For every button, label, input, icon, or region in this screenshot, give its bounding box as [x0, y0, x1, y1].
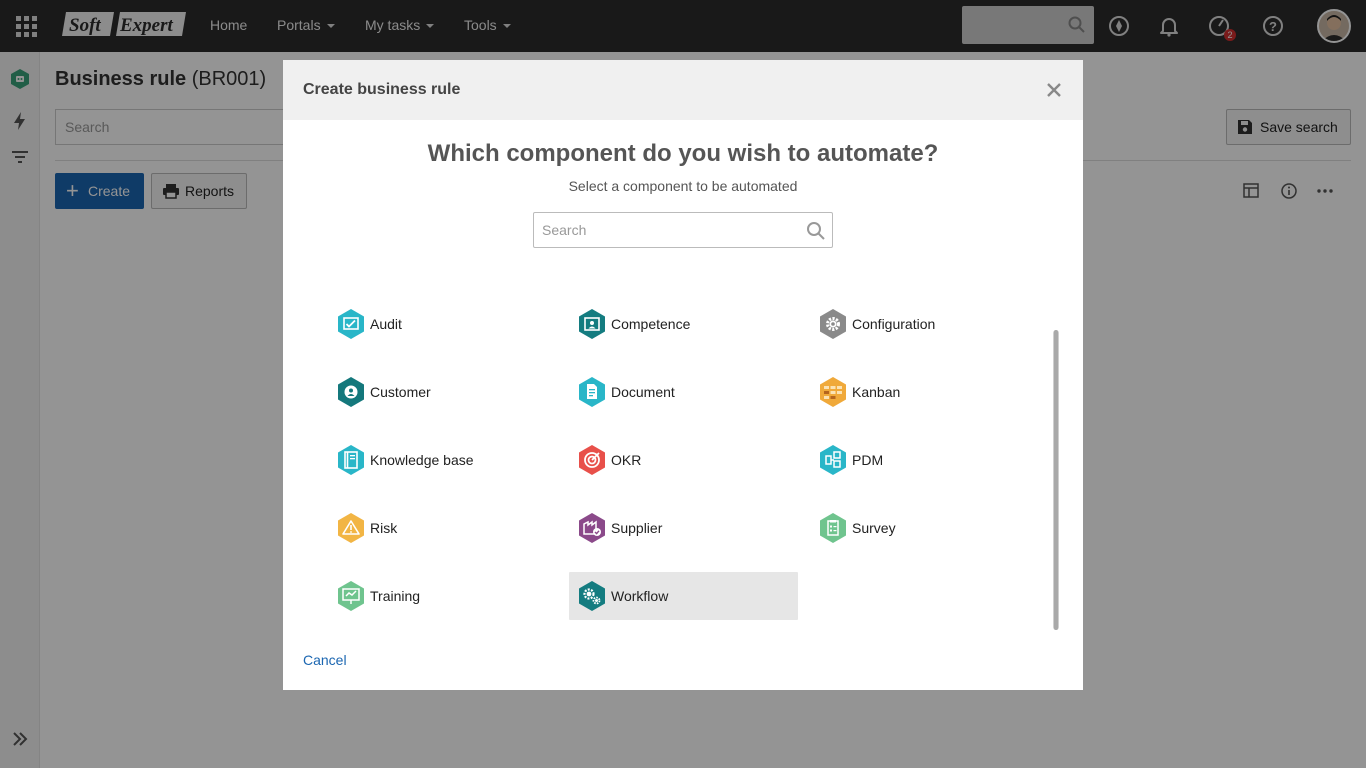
- cancel-link[interactable]: Cancel: [303, 652, 347, 668]
- component-label: Competence: [611, 316, 691, 332]
- component-label: Audit: [370, 316, 402, 332]
- component-document[interactable]: Document: [569, 368, 798, 416]
- dialog-header: Create business rule: [283, 60, 1083, 120]
- component-grid: Audit Competence Configuration Customer …: [328, 300, 1068, 630]
- supplier-icon: [579, 513, 605, 543]
- target-icon: [579, 445, 605, 475]
- component-label: Training: [370, 588, 421, 604]
- component-kanban[interactable]: Kanban: [810, 368, 1039, 416]
- close-icon[interactable]: [1045, 81, 1063, 99]
- component-knowledge-base[interactable]: Knowledge base: [328, 436, 557, 484]
- document-icon: [579, 377, 605, 407]
- component-label: Risk: [370, 520, 398, 536]
- audit-icon: [338, 309, 364, 339]
- scrollbar-thumb[interactable]: [1053, 330, 1059, 630]
- component-label: Kanban: [852, 384, 901, 400]
- component-customer[interactable]: Customer: [328, 368, 557, 416]
- dialog-question: Which component do you wish to automate?: [427, 140, 939, 167]
- component-label: PDM: [852, 452, 884, 468]
- component-configuration[interactable]: Configuration: [810, 300, 1039, 348]
- workflow-icon: [579, 581, 605, 611]
- component-label: Document: [611, 384, 675, 400]
- create-business-rule-dialog: Create business rule Which component do …: [283, 60, 1083, 690]
- component-label: Survey: [852, 520, 896, 536]
- component-risk[interactable]: Risk: [328, 504, 557, 552]
- component-search-input[interactable]: [534, 213, 794, 247]
- component-audit[interactable]: Audit: [328, 300, 557, 348]
- component-label: Workflow: [611, 588, 669, 604]
- dialog-title: Create business rule: [303, 81, 461, 98]
- customer-icon: [338, 377, 364, 407]
- component-competence[interactable]: Competence: [569, 300, 798, 348]
- gear-icon: [820, 309, 846, 339]
- component-search: [533, 212, 833, 248]
- search-icon[interactable]: [806, 221, 826, 241]
- book-icon: [338, 445, 364, 475]
- component-label: Supplier: [611, 520, 663, 536]
- dialog-subtitle: Select a component to be automated: [568, 178, 798, 194]
- pdm-icon: [820, 445, 846, 475]
- component-label: OKR: [611, 452, 642, 468]
- competence-icon: [579, 309, 605, 339]
- component-label: Customer: [370, 384, 431, 400]
- component-label: Configuration: [852, 316, 936, 332]
- training-icon: [338, 581, 364, 611]
- component-pdm[interactable]: PDM: [810, 436, 1039, 484]
- component-survey[interactable]: Survey: [810, 504, 1039, 552]
- component-label: Knowledge base: [370, 452, 474, 468]
- warning-icon: [338, 513, 364, 543]
- component-okr[interactable]: OKR: [569, 436, 798, 484]
- component-training[interactable]: Training: [328, 572, 557, 620]
- component-supplier[interactable]: Supplier: [569, 504, 798, 552]
- component-list-scrollbar[interactable]: [1053, 330, 1059, 630]
- kanban-icon: [820, 377, 846, 407]
- survey-icon: [820, 513, 846, 543]
- component-workflow[interactable]: Workflow: [569, 572, 798, 620]
